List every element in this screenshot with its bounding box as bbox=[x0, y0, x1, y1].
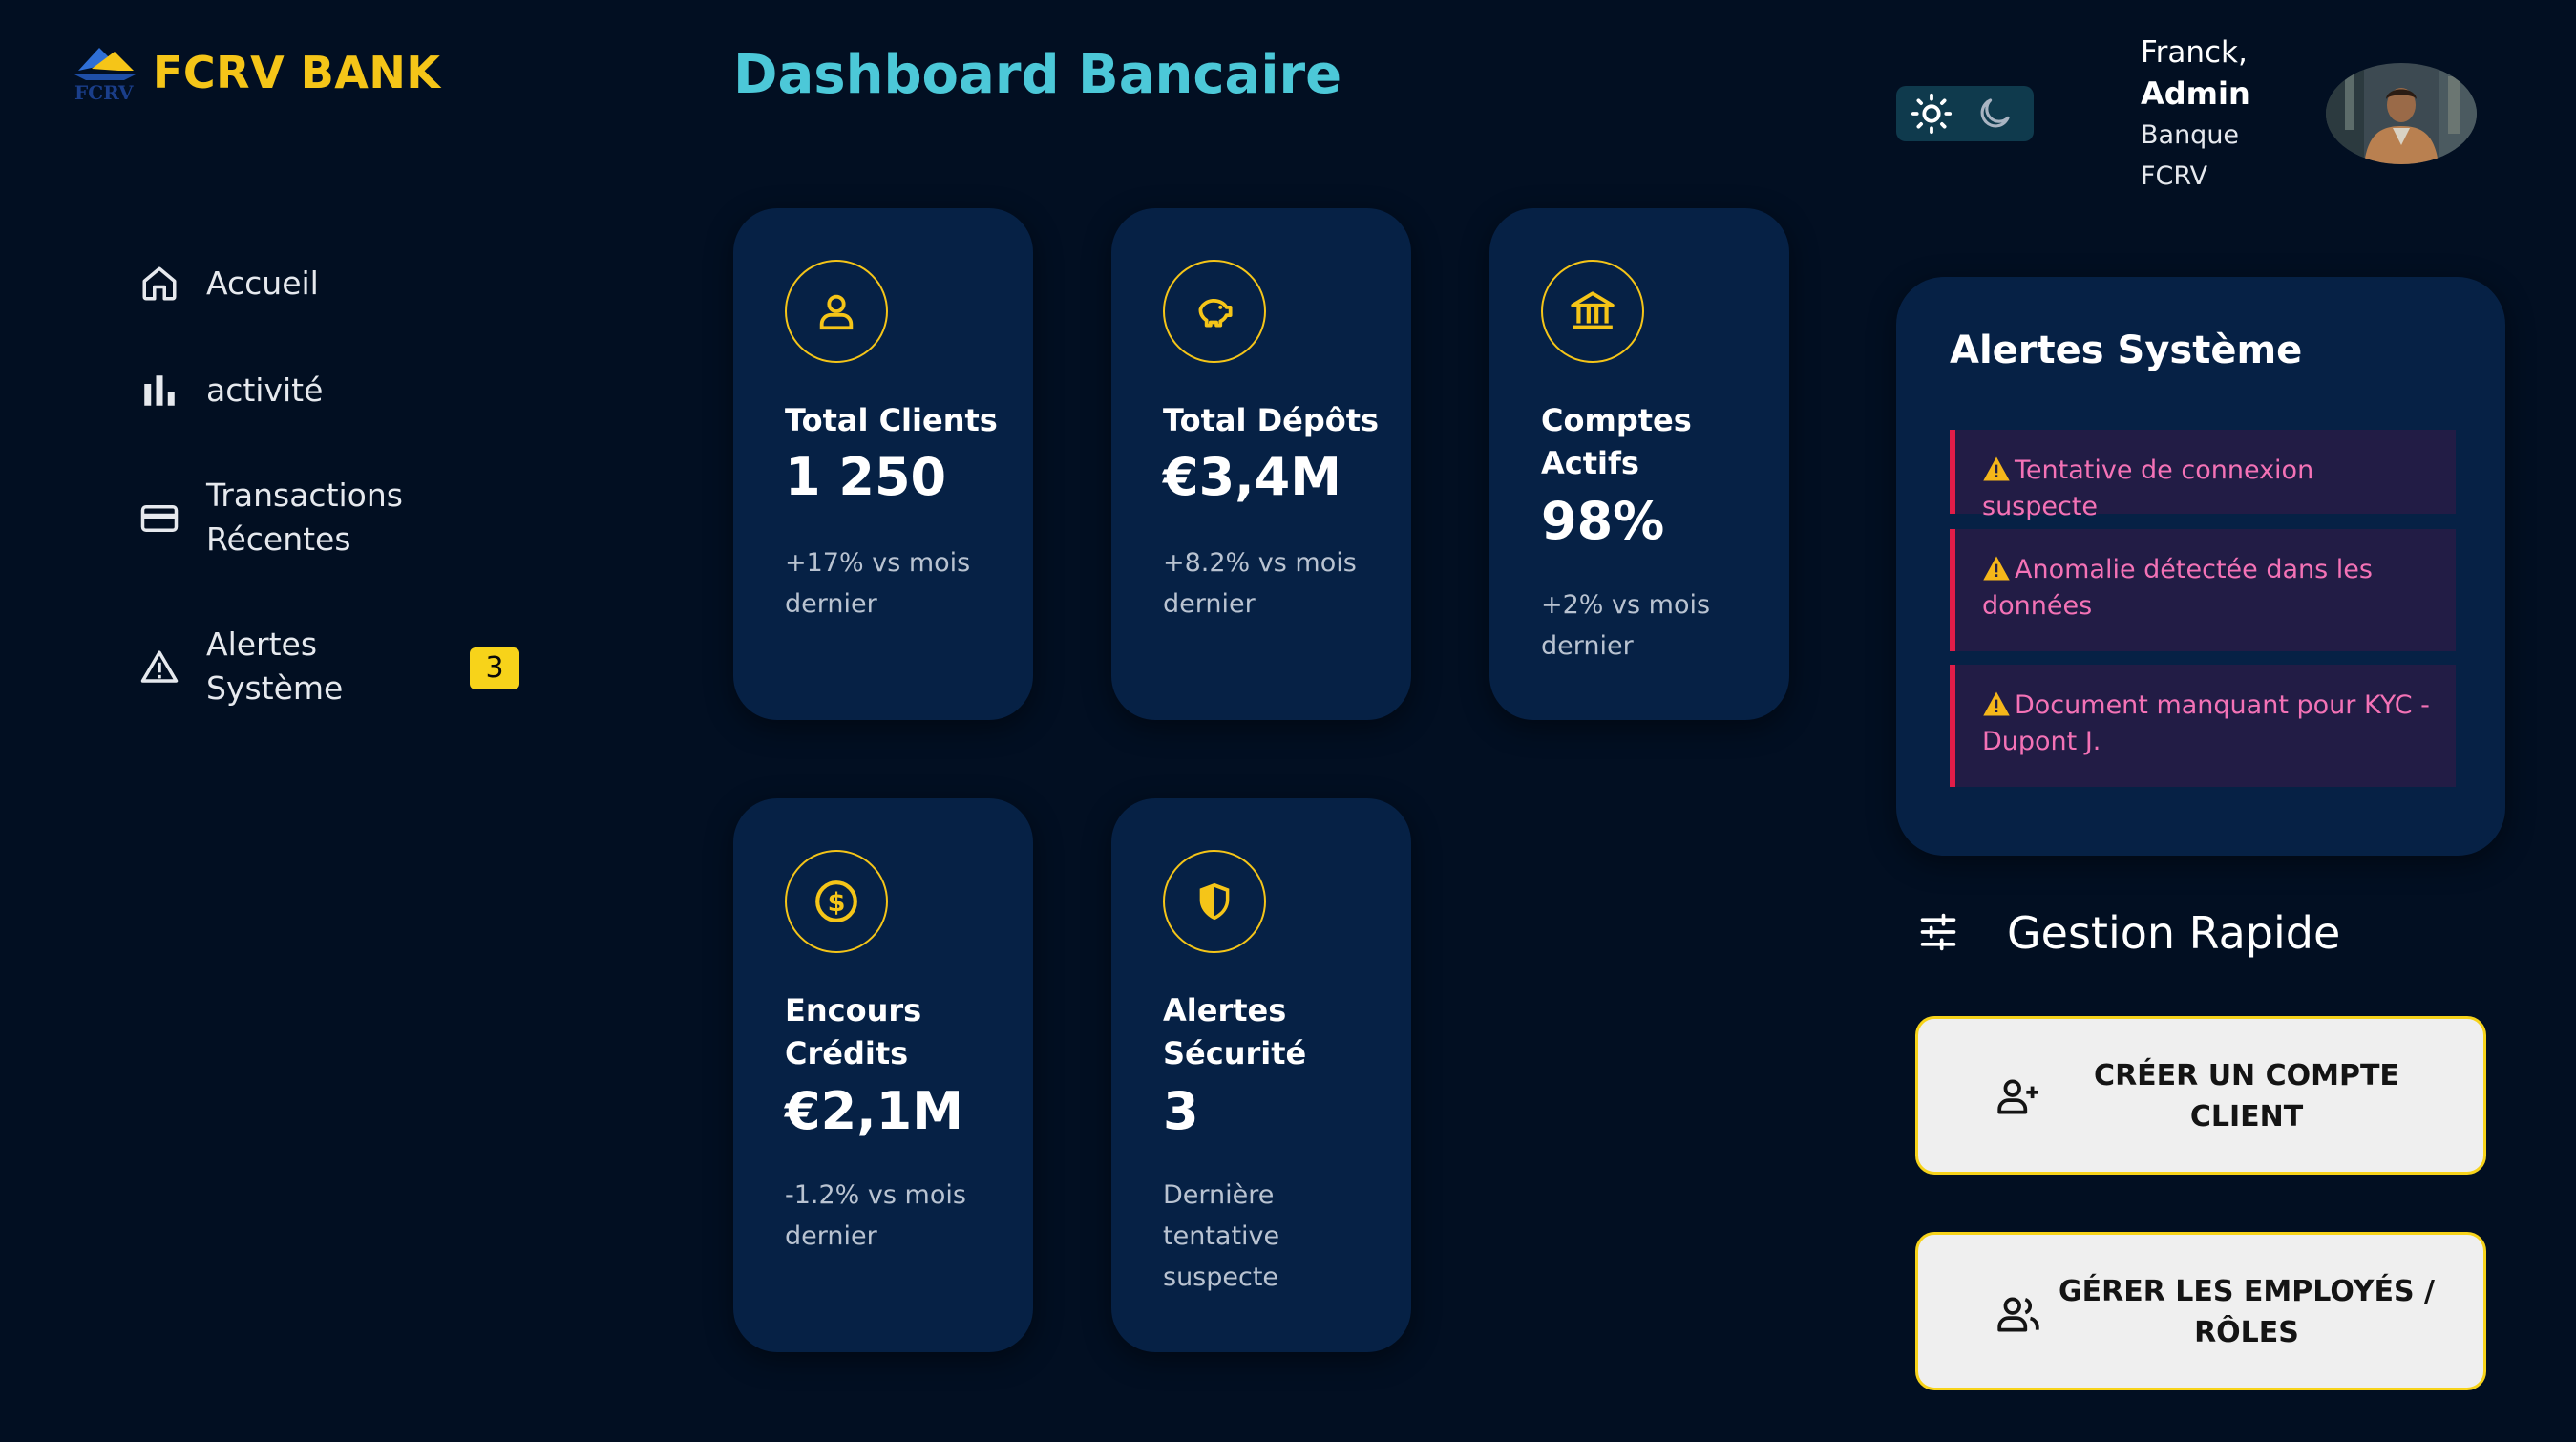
brand-name: FCRV BANK bbox=[153, 47, 441, 98]
logo-text: FCRV bbox=[74, 81, 134, 103]
user-info[interactable]: Franck, Admin Banque FCRV bbox=[2141, 32, 2250, 197]
card-value: €2,1M bbox=[785, 1081, 963, 1141]
warning-icon bbox=[1983, 456, 2010, 481]
manage-employees-roles-button[interactable]: GÉRER LES EMPLOYÉS / RÔLES bbox=[1915, 1232, 2486, 1390]
sidebar-item-label: Alertes bbox=[206, 626, 318, 663]
card-label: Encours Crédits bbox=[785, 992, 922, 1071]
card-label: Comptes Actifs bbox=[1541, 402, 1692, 481]
card-sub: +17% vs mois dernier bbox=[785, 548, 971, 619]
alert-text: Document manquant pour KYC - Dupont J. bbox=[1982, 690, 2430, 756]
card-value: €3,4M bbox=[1163, 447, 1341, 507]
system-alerts-panel: Alertes Système Tentative de connexion s… bbox=[1896, 277, 2505, 856]
user-org-line1: Banque bbox=[2141, 120, 2240, 150]
stat-card-total-depots[interactable]: Total Dépôts €3,4M +8.2% vs mois dernier bbox=[1111, 208, 1411, 720]
alert-text: Anomalie détectée dans les données bbox=[1982, 555, 2373, 621]
user-name: Franck, bbox=[2141, 35, 2248, 70]
sidebar-item-label: Accueil bbox=[206, 265, 319, 302]
credit-card-icon bbox=[140, 505, 179, 532]
sun-icon[interactable] bbox=[1910, 92, 1953, 136]
bar-chart-icon bbox=[144, 375, 175, 406]
home-icon bbox=[142, 266, 177, 301]
stat-card-encours-credits[interactable]: $ Encours Crédits €2,1M -1.2% vs mois de… bbox=[733, 798, 1033, 1352]
sliders-icon bbox=[1920, 913, 1956, 951]
alert-item[interactable]: Document manquant pour KYC - Dupont J. bbox=[1950, 665, 2456, 787]
stat-card-alertes-securite[interactable]: Alertes Sécurité 3 Dernière tentative su… bbox=[1111, 798, 1411, 1352]
manage-employees-roles-label: GÉRER LES EMPLOYÉS / RÔLES bbox=[2059, 1275, 2435, 1349]
avatar[interactable] bbox=[2326, 63, 2477, 164]
card-sub: Dernière tentative suspecte bbox=[1163, 1180, 1280, 1292]
warning-icon bbox=[140, 650, 179, 683]
page-title: Dashboard Bancaire bbox=[733, 44, 1342, 106]
user-role: Admin bbox=[2141, 75, 2250, 112]
sidebar-item-label-2: Système bbox=[206, 669, 344, 707]
alert-count-badge: 3 bbox=[470, 647, 519, 689]
alert-item[interactable]: Tentative de connexion suspecte bbox=[1950, 430, 2456, 521]
card-value: 98% bbox=[1541, 491, 1665, 551]
create-client-account-label: CRÉER UN COMPTE CLIENT bbox=[2094, 1059, 2399, 1134]
svg-text:$: $ bbox=[828, 888, 846, 918]
sidebar-item-label: activité bbox=[206, 371, 324, 409]
user-org-line2: FCRV bbox=[2141, 161, 2208, 191]
theme-toggle[interactable] bbox=[1896, 86, 2034, 141]
shield-icon bbox=[1163, 850, 1266, 953]
card-label: Total Dépôts bbox=[1163, 402, 1380, 438]
card-value: 3 bbox=[1163, 1081, 1199, 1141]
card-sub: +2% vs mois dernier bbox=[1541, 590, 1711, 661]
card-label: Total Clients bbox=[785, 402, 998, 438]
user-icon bbox=[785, 260, 888, 363]
stat-card-total-clients[interactable]: Total Clients 1 250 +17% vs mois dernier bbox=[733, 208, 1033, 720]
card-label: Alertes Sécurité bbox=[1163, 992, 1307, 1071]
create-client-account-button[interactable]: CRÉER UN COMPTE CLIENT bbox=[1915, 1016, 2486, 1175]
card-value: 1 250 bbox=[785, 447, 947, 507]
moon-icon[interactable] bbox=[1974, 94, 2015, 134]
dollar-coin-icon: $ bbox=[785, 850, 888, 953]
users-icon bbox=[1997, 1297, 2039, 1332]
alert-text: Tentative de connexion suspecte bbox=[1982, 456, 2314, 521]
card-sub: +8.2% vs mois dernier bbox=[1163, 548, 1357, 619]
warning-icon bbox=[1983, 556, 2010, 581]
card-sub: -1.2% vs mois dernier bbox=[785, 1180, 966, 1251]
piggy-bank-icon bbox=[1163, 260, 1266, 363]
user-plus-icon bbox=[1997, 1079, 2038, 1114]
bank-logo-icon: FCRV bbox=[71, 42, 141, 104]
sidebar-item-label: Transactions bbox=[206, 477, 403, 514]
warning-icon bbox=[1983, 691, 2010, 716]
alert-item[interactable]: Anomalie détectée dans les données bbox=[1950, 529, 2456, 651]
gestion-rapide-title: Gestion Rapide bbox=[2007, 907, 2341, 959]
alerts-title: Alertes Système bbox=[1950, 329, 2303, 372]
brand[interactable]: FCRV FCRV BANK bbox=[71, 42, 441, 104]
stat-card-comptes-actifs[interactable]: Comptes Actifs 98% +2% vs mois dernier bbox=[1489, 208, 1789, 720]
sidebar-item-label-2: Récentes bbox=[206, 520, 351, 558]
bank-icon bbox=[1541, 260, 1644, 363]
